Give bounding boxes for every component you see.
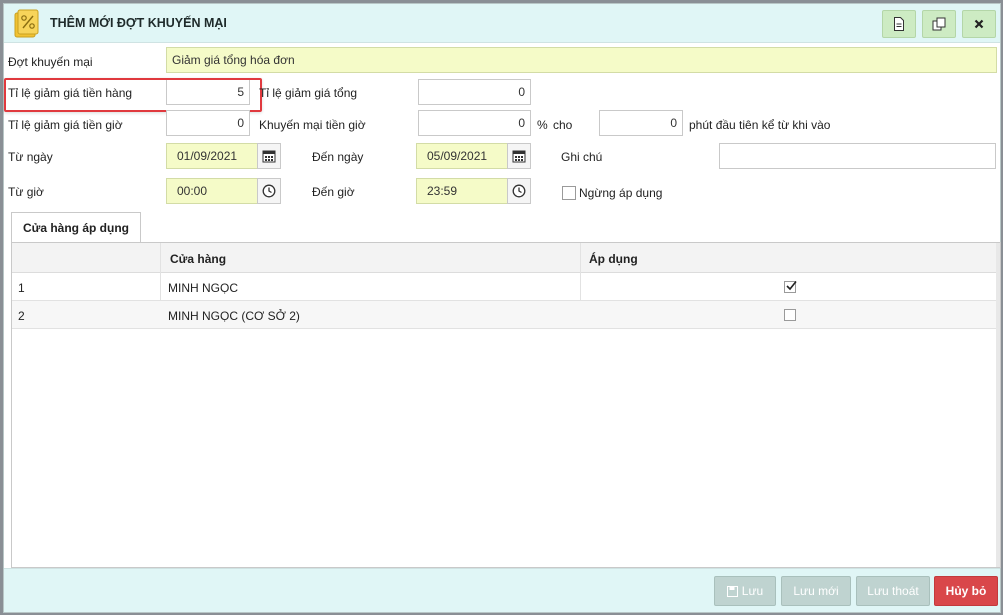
row-index: 2 xyxy=(18,309,25,323)
tab-applied-stores[interactable]: Cửa hàng áp dụng xyxy=(11,212,141,243)
total-discount-label: Tỉ lệ giảm giá tổng xyxy=(259,86,358,100)
stop-apply-checkbox[interactable] xyxy=(562,186,576,200)
save-button[interactable]: Lưu xyxy=(714,576,776,606)
promotion-app-icon xyxy=(12,9,40,39)
from-time-label: Từ giờ xyxy=(8,185,44,199)
promotion-dialog: THÊM MỚI ĐỢT KHUYẾN MẠI Đợt khuyến mại T… xyxy=(3,3,1001,613)
stores-table: Cửa hàng Áp dụng 1 MINH NGỌC 2 MINH NGỌC… xyxy=(11,242,1001,568)
from-time-input[interactable] xyxy=(166,178,258,204)
goods-discount-label: Tỉ lệ giảm giá tiền hàng xyxy=(8,86,133,100)
dialog-footer: Lưu Lưu mới Lưu thoát Hủy bỏ xyxy=(4,568,1000,612)
close-button[interactable] xyxy=(962,10,996,38)
minutes-label: phút đầu tiên kể từ khi vào xyxy=(689,118,831,132)
to-time-picker-button[interactable] xyxy=(507,178,531,204)
dialog-titlebar: THÊM MỚI ĐỢT KHUYẾN MẠI xyxy=(4,4,1000,43)
row-applied-checkbox[interactable] xyxy=(784,281,797,293)
document-icon xyxy=(894,17,904,31)
row-index: 1 xyxy=(18,281,25,295)
save-icon xyxy=(726,585,738,597)
save-new-button[interactable]: Lưu mới xyxy=(781,576,851,606)
table-row[interactable]: 1 MINH NGỌC xyxy=(12,273,1000,301)
table-row[interactable]: 2 MINH NGỌC (CƠ SỞ 2) xyxy=(12,301,1000,329)
from-date-input[interactable] xyxy=(166,143,258,169)
to-date-label: Đến ngày xyxy=(312,150,364,164)
stop-apply-label: Ngừng áp dụng xyxy=(579,186,663,200)
save-exit-button[interactable]: Lưu thoát xyxy=(856,576,930,606)
from-time-picker-button[interactable] xyxy=(257,178,281,204)
note-input[interactable] xyxy=(719,143,996,169)
free-minutes-input[interactable] xyxy=(599,110,683,136)
campaign-name-input[interactable] xyxy=(166,47,997,73)
close-icon xyxy=(974,19,984,29)
dialog-title: THÊM MỚI ĐỢT KHUYẾN MẠI xyxy=(50,16,227,30)
copy-icon xyxy=(932,17,946,31)
to-time-input[interactable] xyxy=(416,178,508,204)
campaign-label: Đợt khuyến mại xyxy=(8,55,93,69)
percent-sign: % xyxy=(537,118,548,132)
hour-discount-input[interactable] xyxy=(166,110,250,136)
from-date-label: Từ ngày xyxy=(8,150,53,164)
checkmark-icon xyxy=(786,281,797,291)
hour-discount-label: Tỉ lệ giảm giá tiền giờ xyxy=(8,118,123,132)
row-store-name: MINH NGỌC xyxy=(168,281,238,295)
row-applied-checkbox[interactable] xyxy=(784,309,796,321)
goods-discount-input[interactable] xyxy=(166,79,250,105)
cancel-button[interactable]: Hủy bỏ xyxy=(934,576,998,606)
clock-icon xyxy=(512,184,526,198)
clock-icon xyxy=(262,184,276,198)
table-scrollbar[interactable] xyxy=(996,243,1000,567)
for-label: cho xyxy=(553,118,573,132)
hour-promo-label: Khuyến mại tiền giờ xyxy=(259,118,366,132)
to-date-picker-button[interactable] xyxy=(507,143,531,169)
column-header-store[interactable]: Cửa hàng xyxy=(170,252,226,266)
total-discount-input[interactable] xyxy=(418,79,531,105)
from-date-picker-button[interactable] xyxy=(257,143,281,169)
to-date-input[interactable] xyxy=(416,143,508,169)
calendar-icon xyxy=(512,150,526,163)
document-button[interactable] xyxy=(882,10,916,38)
copy-button[interactable] xyxy=(922,10,956,38)
row-store-name: MINH NGỌC (CƠ SỞ 2) xyxy=(168,309,300,323)
to-time-label: Đến giờ xyxy=(312,185,355,199)
column-header-applied[interactable]: Áp dụng xyxy=(589,252,638,266)
save-button-label: Lưu xyxy=(741,584,764,598)
calendar-icon xyxy=(262,150,276,163)
note-label: Ghi chú xyxy=(561,150,603,164)
hour-promo-input[interactable] xyxy=(418,110,531,136)
